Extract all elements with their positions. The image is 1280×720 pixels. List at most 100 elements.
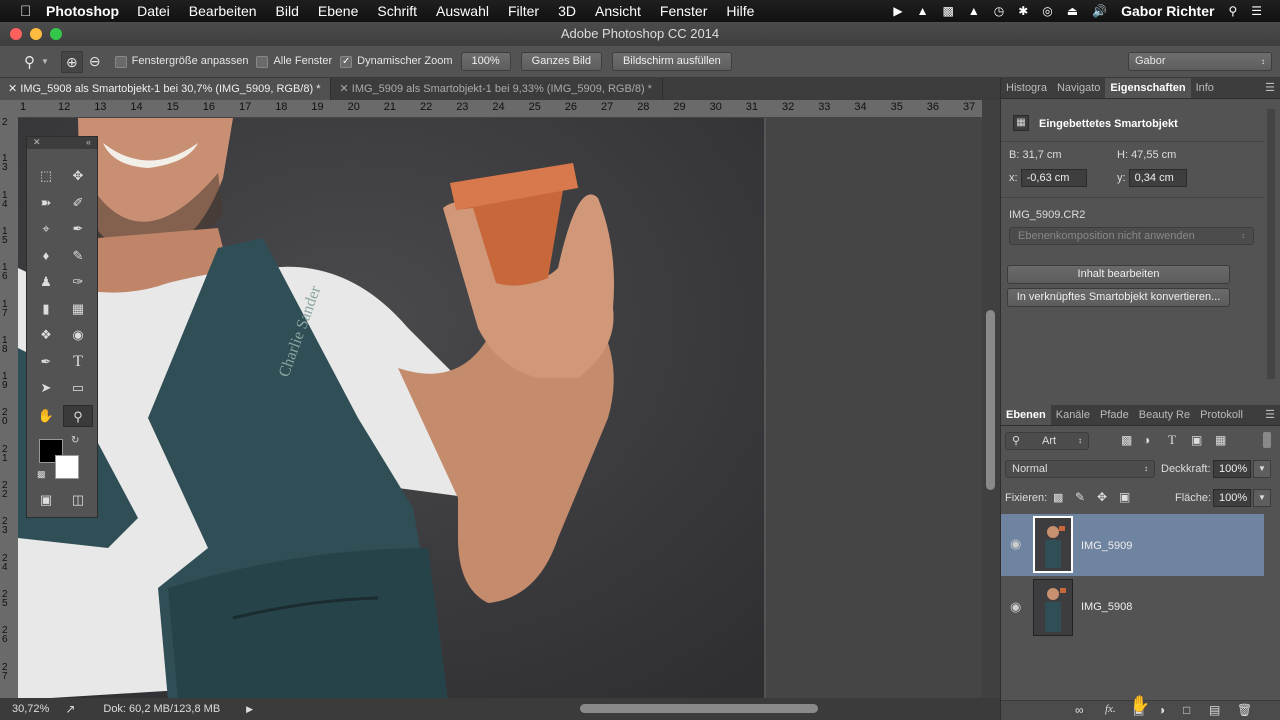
status-menu-arrow-icon[interactable]: ▶ — [246, 704, 253, 715]
tab-info[interactable]: Info — [1191, 78, 1219, 98]
eject-icon[interactable]: ⏏ — [1067, 4, 1078, 18]
zoom-out-icon[interactable]: ⊖ — [89, 53, 101, 70]
tab-paths[interactable]: Pfade — [1095, 405, 1134, 425]
ruler-vertical[interactable]: 2 1 3 1 4 1 5 1 6 1 7 1 8 1 9 2 0 2 1 2 2 2 3 2 4 2 5… — [0, 118, 18, 700]
whole-image-button[interactable]: Ganzes Bild — [520, 52, 602, 71]
new-layer-icon[interactable]: ▤ — [1209, 703, 1220, 717]
path-selection-tool-icon[interactable]: ➤ — [31, 377, 61, 399]
swap-colors-icon[interactable]: ↻ — [71, 435, 79, 446]
filter-smart-object-icon[interactable]: ▦ — [1215, 433, 1226, 447]
delete-layer-icon[interactable]: 🗑 — [1237, 703, 1252, 717]
time-machine-icon[interactable]: ◷ — [994, 4, 1004, 18]
tab-img-5909[interactable]: ✕ IMG_5909 als Smartobjekt-1 bei 9,33% (… — [331, 78, 663, 100]
height-value[interactable]: 47,55 cm — [1131, 149, 1176, 161]
volume-icon[interactable]: 🔊 — [1092, 4, 1107, 18]
workspace-select[interactable]: Gabor ↕ — [1128, 52, 1272, 71]
apple-menu-icon[interactable]:  — [20, 3, 46, 20]
layer-thumbnail[interactable] — [1033, 579, 1073, 636]
properties-scrollbar[interactable] — [1267, 109, 1275, 379]
quick-mask-icon[interactable]: ▣ — [31, 489, 61, 511]
menu-app-photoshop[interactable]: Photoshop — [46, 3, 119, 19]
filter-pixel-icon[interactable]: ▩ — [1121, 433, 1132, 447]
vertical-scroll-thumb[interactable] — [986, 310, 995, 490]
tab-channels[interactable]: Kanäle — [1051, 405, 1095, 425]
tab-layers[interactable]: Ebenen — [1001, 405, 1051, 425]
filter-shape-icon[interactable]: ▣ — [1191, 433, 1202, 447]
y-field[interactable]: 0,34 cm — [1128, 169, 1187, 187]
tab-navigator[interactable]: Navigato — [1052, 78, 1105, 98]
filter-adjustment-icon[interactable]: ◑ — [1143, 433, 1150, 447]
lock-position-icon[interactable]: ✥ — [1097, 490, 1107, 504]
status-icon-2[interactable]: ▲ — [917, 4, 929, 18]
lasso-tool-icon[interactable]: ➽ — [31, 192, 61, 214]
eyedropper-tool-icon[interactable]: ✒ — [63, 218, 93, 240]
wifi-icon[interactable]: ◎ — [1042, 4, 1052, 18]
menu-ansicht[interactable]: Ansicht — [595, 3, 641, 19]
filter-toggle[interactable] — [1263, 432, 1271, 448]
horizontal-scroll-thumb[interactable] — [580, 704, 818, 713]
tab-beauty-retouch[interactable]: Beauty Re — [1134, 405, 1195, 425]
opacity-field[interactable]: 100% — [1213, 460, 1251, 478]
blend-mode-select[interactable]: Normal ↕ — [1005, 460, 1155, 478]
menu-bearbeiten[interactable]: Bearbeiten — [189, 3, 257, 19]
tab-histogram[interactable]: Histogra — [1001, 78, 1052, 98]
filter-type-icon[interactable]: T — [1168, 432, 1176, 448]
share-icon[interactable]: ↗ — [65, 702, 75, 716]
layer-style-fx-icon[interactable]: fx. — [1105, 703, 1116, 715]
new-group-icon[interactable]: □ — [1183, 703, 1190, 717]
width-value[interactable]: 31,7 cm — [1022, 149, 1061, 161]
menu-fenster[interactable]: Fenster — [660, 3, 707, 19]
zoom-window-button[interactable] — [50, 28, 62, 40]
gradient-tool-icon[interactable]: ▦ — [63, 298, 93, 320]
menu-auswahl[interactable]: Auswahl — [436, 3, 489, 19]
close-tab-icon[interactable]: ✕ — [8, 83, 20, 95]
clone-stamp-tool-icon[interactable]: ♟ — [31, 271, 61, 293]
quick-selection-tool-icon[interactable]: ✐ — [63, 192, 93, 214]
edit-contents-button[interactable]: Inhalt bearbeiten — [1007, 265, 1230, 284]
close-panel-icon[interactable]: ✕ — [33, 137, 41, 149]
status-icon-1[interactable]: ▶ — [893, 4, 902, 18]
all-windows-checkbox[interactable]: Alle Fenster — [256, 55, 332, 68]
layer-thumbnail[interactable] — [1033, 516, 1073, 573]
layer-filter-select[interactable]: ⚲ Art ↕ — [1005, 432, 1089, 450]
menu-filter[interactable]: Filter — [508, 3, 539, 19]
ruler-horizontal[interactable]: 1 12 13 14 15 16 17 18 19 20 21 22 23 24 25 26 27 28 29 30 3… — [18, 100, 982, 118]
menu-ebene[interactable]: Ebene — [318, 3, 358, 19]
menu-hilfe[interactable]: Hilfe — [726, 3, 754, 19]
close-window-button[interactable] — [10, 28, 22, 40]
panel-menu-icon[interactable]: ☰ — [1260, 78, 1280, 98]
layer-name[interactable]: IMG_5908 — [1081, 601, 1132, 613]
vertical-scrollbar[interactable] — [982, 100, 1000, 700]
collapse-panel-icon[interactable]: « — [86, 137, 91, 149]
background-color-swatch[interactable] — [55, 455, 79, 479]
opacity-dropdown-icon[interactable]: ▼ — [1253, 460, 1271, 478]
lock-all-icon[interactable]: ▣ — [1119, 490, 1130, 504]
marquee-tool-icon[interactable]: ⬚ — [31, 165, 61, 187]
link-layers-icon[interactable]: ∞ — [1075, 703, 1084, 717]
document-canvas[interactable]: Charlie Sander — [18, 118, 982, 700]
ruler-corner[interactable] — [0, 100, 18, 118]
preset-dropdown-icon[interactable]: ▼ — [41, 57, 49, 66]
zoom-tool-preset-icon[interactable]: ⚲ — [24, 53, 35, 71]
healing-brush-tool-icon[interactable]: ♦ — [31, 245, 61, 267]
lock-pixels-icon[interactable]: ✎ — [1075, 490, 1085, 504]
menu-schrift[interactable]: Schrift — [377, 3, 417, 19]
tab-properties[interactable]: Eigenschaften — [1105, 78, 1191, 98]
eraser-tool-icon[interactable]: ▮ — [31, 298, 61, 320]
fill-dropdown-icon[interactable]: ▼ — [1253, 489, 1271, 507]
menu-3d[interactable]: 3D — [558, 3, 576, 19]
move-tool-icon[interactable]: ✥ — [63, 165, 93, 187]
close-tab-icon[interactable]: ✕ — [339, 83, 351, 95]
fill-screen-button[interactable]: Bildschirm ausfüllen — [611, 52, 732, 71]
layer-row-img-5908[interactable]: ◉ IMG_5908 — [1001, 577, 1264, 639]
blur-tool-icon[interactable]: ❖ — [31, 324, 61, 346]
type-tool-icon[interactable]: T — [63, 351, 93, 373]
convert-to-linked-button[interactable]: In verknüpftes Smartobjekt konvertieren.… — [1007, 288, 1230, 307]
bluetooth-icon[interactable]: ✱ — [1018, 4, 1028, 18]
tab-img-5908[interactable]: ✕ IMG_5908 als Smartobjekt-1 bei 30,7% (… — [0, 78, 332, 100]
history-brush-tool-icon[interactable]: ✑ — [63, 271, 93, 293]
menu-bild[interactable]: Bild — [276, 3, 299, 19]
default-colors-icon[interactable]: ▩ — [37, 469, 46, 480]
pen-tool-icon[interactable]: ✒ — [31, 351, 61, 373]
visibility-eye-icon[interactable]: ◉ — [1010, 536, 1021, 552]
